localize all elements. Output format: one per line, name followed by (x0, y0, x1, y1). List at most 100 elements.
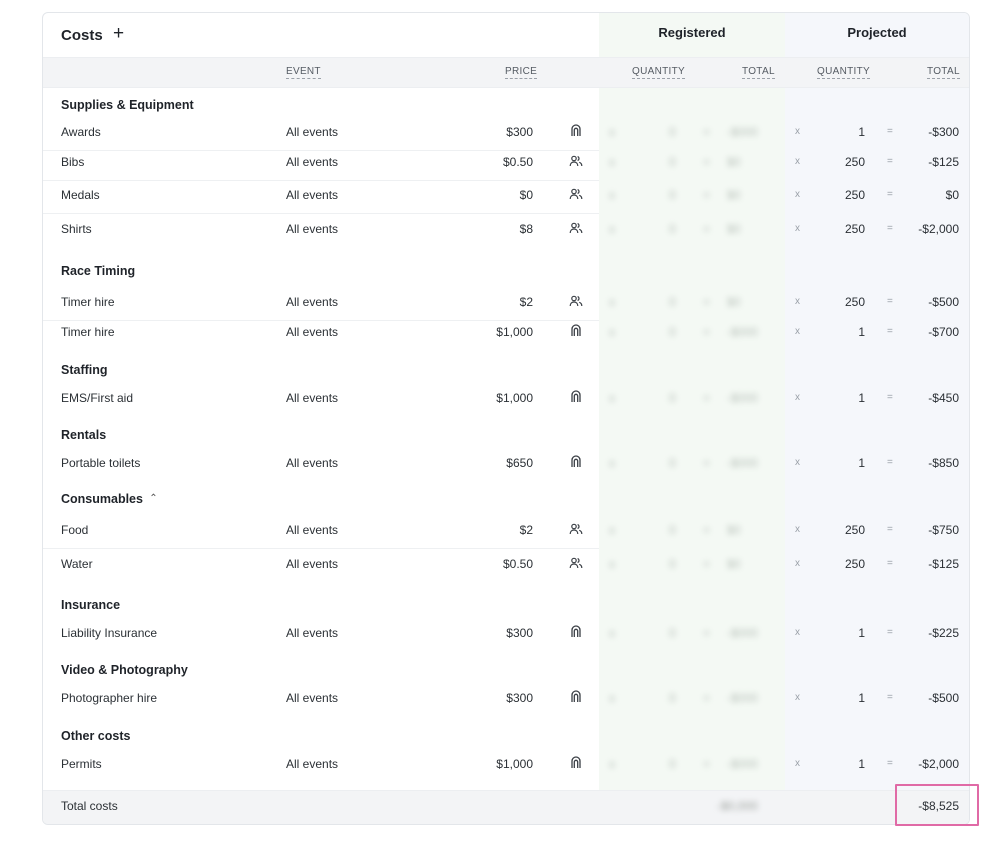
times-symbol: x (795, 326, 800, 337)
registered-qty-hidden: 0 (669, 295, 676, 309)
cost-item-name[interactable]: Timer hire (61, 325, 115, 339)
column-header-projected-quantity[interactable]: QUANTITY (817, 66, 870, 79)
registered-total-hidden: -$000 (727, 125, 758, 139)
cost-item-price[interactable]: $0 (520, 188, 533, 202)
cost-item-name[interactable]: Liability Insurance (61, 626, 157, 640)
cost-item-event[interactable]: All events (286, 626, 338, 640)
row-divider (43, 548, 599, 549)
registered-total-hidden: $0 (727, 188, 741, 202)
registered-qty-hidden: 0 (669, 456, 676, 470)
cost-item-name[interactable]: Permits (61, 757, 102, 771)
column-header-registered-total[interactable]: TOTAL (742, 66, 775, 79)
cost-item-price[interactable]: $0.50 (503, 557, 533, 571)
cost-item-name[interactable]: Bibs (61, 155, 84, 169)
cost-item-event[interactable]: All events (286, 155, 338, 169)
projected-total: -$125 (928, 557, 959, 571)
projected-quantity[interactable]: 250 (845, 557, 865, 571)
equals-symbol: = (887, 627, 893, 638)
flat-fee-icon (569, 625, 583, 639)
cost-item-event[interactable]: All events (286, 456, 338, 470)
row-divider (43, 150, 599, 151)
cost-item-event[interactable]: All events (286, 295, 338, 309)
cost-item-event[interactable]: All events (286, 757, 338, 771)
registered-qty-hidden: 0 (669, 325, 676, 339)
column-header-event[interactable]: EVENT (286, 66, 321, 79)
cost-item-price[interactable]: $300 (506, 691, 533, 705)
flat-fee-icon (569, 756, 583, 770)
equals-symbol: = (887, 296, 893, 307)
times-symbol: x (795, 524, 800, 535)
projected-total: -$500 (928, 691, 959, 705)
cost-item-name[interactable]: Awards (61, 125, 101, 139)
cost-item-price[interactable]: $8 (520, 222, 533, 236)
cost-item-price[interactable]: $650 (506, 456, 533, 470)
cost-item-event[interactable]: All events (286, 691, 338, 705)
equals-symbol: = (887, 126, 893, 137)
section-title: Other costs (61, 729, 131, 743)
cost-item-price[interactable]: $2 (520, 523, 533, 537)
cost-item-name[interactable]: Portable toilets (61, 456, 140, 470)
projected-quantity[interactable]: 1 (858, 391, 865, 405)
projected-quantity[interactable]: 250 (845, 188, 865, 202)
cost-item-name[interactable]: Photographer hire (61, 691, 157, 705)
cost-item-price[interactable]: $1,000 (496, 391, 533, 405)
cost-item-event[interactable]: All events (286, 523, 338, 537)
equals-symbol: = (887, 692, 893, 703)
cost-item-price[interactable]: $1,000 (496, 325, 533, 339)
cost-item-price[interactable]: $0.50 (503, 155, 533, 169)
registered-eq-hidden: = (703, 188, 711, 202)
registered-qty-hidden: 0 (669, 125, 676, 139)
projected-quantity[interactable]: 250 (845, 155, 865, 169)
cost-item-event[interactable]: All events (286, 222, 338, 236)
section-title: Race Timing (61, 264, 136, 278)
equals-symbol: = (887, 223, 893, 234)
times-symbol: x (795, 627, 800, 638)
projected-total: -$450 (928, 391, 959, 405)
cost-item-event[interactable]: All events (286, 325, 338, 339)
cost-item-price[interactable]: $300 (506, 125, 533, 139)
registered-qty-hidden: 0 (669, 155, 676, 169)
cost-item-event[interactable]: All events (286, 557, 338, 571)
equals-symbol: = (887, 524, 893, 535)
cost-item-event[interactable]: All events (286, 125, 338, 139)
cost-item-name[interactable]: Timer hire (61, 295, 115, 309)
projected-quantity[interactable]: 250 (845, 295, 865, 309)
projected-quantity[interactable]: 1 (858, 757, 865, 771)
times-symbol: x (795, 223, 800, 234)
registered-group-header: Registered (658, 25, 726, 40)
projected-quantity[interactable]: 1 (858, 626, 865, 640)
projected-total: -$225 (928, 626, 959, 640)
column-header-projected-total[interactable]: TOTAL (927, 66, 960, 79)
column-header-price[interactable]: PRICE (505, 66, 538, 79)
cost-item-price[interactable]: $2 (520, 295, 533, 309)
projected-quantity[interactable]: 250 (845, 222, 865, 236)
registered-times-hidden: x (609, 125, 615, 139)
registered-eq-hidden: = (703, 626, 711, 640)
projected-quantity[interactable]: 1 (858, 325, 865, 339)
add-cost-button[interactable]: + (113, 23, 124, 45)
cost-item-event[interactable]: All events (286, 391, 338, 405)
cost-item-name[interactable]: EMS/First aid (61, 391, 133, 405)
projected-quantity[interactable]: 1 (858, 691, 865, 705)
registered-eq-hidden: = (703, 757, 711, 771)
projected-quantity[interactable]: 250 (845, 523, 865, 537)
cost-item-price[interactable]: $1,000 (496, 757, 533, 771)
cost-item-name[interactable]: Medals (61, 188, 100, 202)
cost-item-name[interactable]: Food (61, 523, 88, 537)
cost-item-price[interactable]: $300 (506, 626, 533, 640)
registered-times-hidden: x (609, 691, 615, 705)
registered-times-hidden: x (609, 557, 615, 571)
column-header-registered-quantity[interactable]: QUANTITY (632, 66, 685, 79)
projected-quantity[interactable]: 1 (858, 125, 865, 139)
registered-total-hidden: $0 (727, 523, 741, 537)
cost-item-name[interactable]: Water (61, 557, 93, 571)
equals-symbol: = (887, 558, 893, 569)
projected-total: -$2,000 (918, 757, 959, 771)
chevron-up-icon[interactable]: ⌃ (149, 493, 157, 504)
registered-total-hidden: $0 (727, 222, 741, 236)
section-title: Consumables (61, 492, 143, 506)
cost-item-event[interactable]: All events (286, 188, 338, 202)
registered-eq-hidden: = (703, 456, 711, 470)
cost-item-name[interactable]: Shirts (61, 222, 92, 236)
projected-quantity[interactable]: 1 (858, 456, 865, 470)
